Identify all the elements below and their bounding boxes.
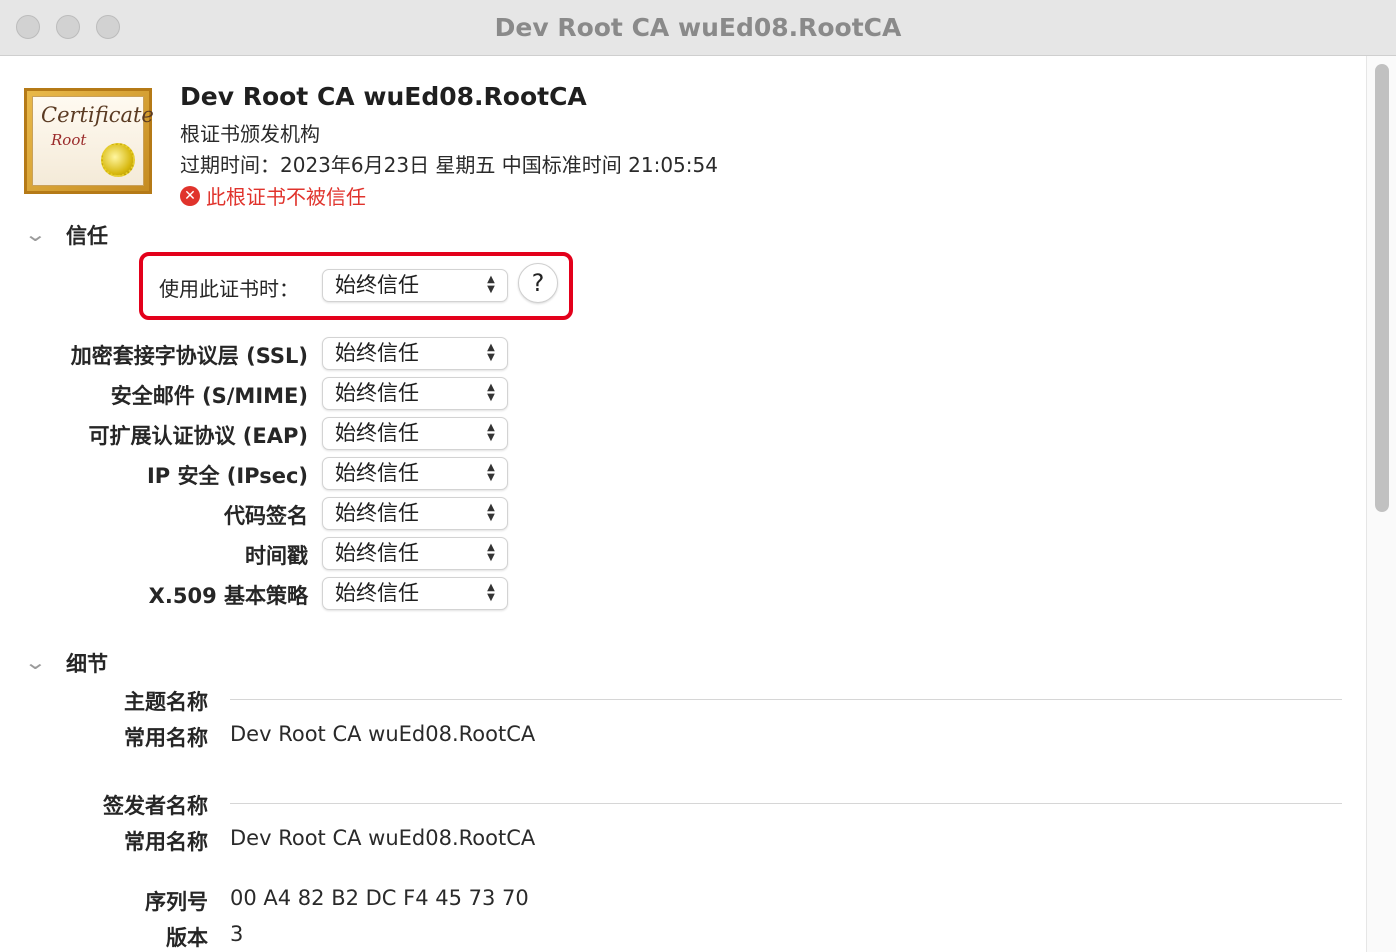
subject-common-name-label: 常用名称 [124, 726, 208, 750]
subject-name-heading: 主题名称 [124, 690, 208, 714]
scrollbar-thumb[interactable] [1375, 64, 1389, 512]
title-bar: Dev Root CA wuEd08.RootCA [0, 0, 1396, 56]
certificate-type: 根证书颁发机构 [180, 122, 320, 146]
updown-chevron-icon: ▲ ▼ [487, 582, 495, 603]
trust-row-label: IP 安全 (IPsec) [146, 464, 308, 488]
updown-chevron-icon: ▲ ▼ [487, 382, 495, 403]
when-using-popup[interactable]: 始终信任 ▲ ▼ [322, 269, 508, 302]
trust-section-title: 信任 [66, 224, 108, 248]
issuer-name-heading: 签发者名称 [103, 794, 208, 818]
trust-row-label: 加密套接字协议层 (SSL) [70, 344, 308, 368]
when-using-label: 使用此证书时： [159, 277, 299, 301]
certificate-name: Dev Root CA wuEd08.RootCA [180, 82, 587, 111]
certificate-icon-script: Certificate [41, 103, 154, 127]
trust-row-popup-eap[interactable]: 始终信任 ▲ ▼ [322, 417, 508, 450]
certificate-content: Certificate Root Dev Root CA wuEd08.Root… [0, 56, 1366, 952]
trust-row-label: X.509 基本策略 [148, 584, 308, 608]
details-section-title: 细节 [66, 652, 108, 676]
trust-disclosure-chevron-icon[interactable]: ⌄ [24, 222, 47, 246]
trust-row-popup-smime[interactable]: 始终信任 ▲ ▼ [322, 377, 508, 410]
trust-row-popup-timestamp[interactable]: 始终信任 ▲ ▼ [322, 537, 508, 570]
certificate-icon: Certificate Root [24, 88, 154, 194]
issuer-common-name-label: 常用名称 [124, 830, 208, 854]
updown-chevron-icon: ▲ ▼ [487, 274, 495, 295]
trust-row-popup-ipsec[interactable]: 始终信任 ▲ ▼ [322, 457, 508, 490]
serial-number-value: 00 A4 82 B2 DC F4 45 73 70 [230, 886, 529, 910]
updown-chevron-icon: ▲ ▼ [487, 342, 495, 363]
trust-row-value: 始终信任 [335, 381, 419, 405]
issuer-common-name-value: Dev Root CA wuEd08.RootCA [230, 826, 536, 850]
certificate-icon-root: Root [51, 131, 87, 149]
updown-chevron-icon: ▲ ▼ [487, 542, 495, 563]
updown-chevron-icon: ▲ ▼ [487, 422, 495, 443]
trust-row-popup-ssl[interactable]: 始终信任 ▲ ▼ [322, 337, 508, 370]
updown-chevron-icon: ▲ ▼ [487, 502, 495, 523]
details-disclosure-chevron-icon[interactable]: ⌄ [24, 650, 47, 674]
trust-status-text: 此根证书不被信任 [206, 185, 366, 209]
trust-row-popup-codesign[interactable]: 始终信任 ▲ ▼ [322, 497, 508, 530]
version-value: 3 [230, 922, 244, 946]
subject-common-name-value: Dev Root CA wuEd08.RootCA [230, 722, 536, 746]
version-label: 版本 [166, 926, 208, 950]
vertical-scrollbar[interactable] [1366, 56, 1396, 952]
certificate-expiry: 过期时间：2023年6月23日 星期五 中国标准时间 21:05:54 [180, 153, 718, 177]
trust-row-label: 安全邮件 (S/MIME) [110, 384, 308, 408]
trust-row-value: 始终信任 [335, 581, 419, 605]
trust-row-value: 始终信任 [335, 541, 419, 565]
help-button[interactable]: ? [518, 263, 558, 303]
trust-status: ✕ 此根证书不被信任 [180, 181, 366, 210]
updown-chevron-icon: ▲ ▼ [487, 462, 495, 483]
trust-row-value: 始终信任 [335, 461, 419, 485]
x-circle-icon: ✕ [180, 185, 200, 206]
window-title: Dev Root CA wuEd08.RootCA [494, 13, 902, 42]
trust-row-label: 代码签名 [224, 504, 308, 528]
trust-row-label: 可扩展认证协议 (EAP) [88, 424, 309, 448]
trust-row-value: 始终信任 [335, 341, 419, 365]
trust-row-popup-x509[interactable]: 始终信任 ▲ ▼ [322, 577, 508, 610]
divider [230, 803, 1342, 804]
serial-number-label: 序列号 [145, 890, 208, 914]
seal-icon [101, 143, 135, 177]
trust-row-label: 时间戳 [245, 544, 308, 568]
trust-row-value: 始终信任 [335, 421, 419, 445]
divider [230, 699, 1342, 700]
when-using-value: 始终信任 [335, 273, 419, 297]
trust-row-value: 始终信任 [335, 501, 419, 525]
